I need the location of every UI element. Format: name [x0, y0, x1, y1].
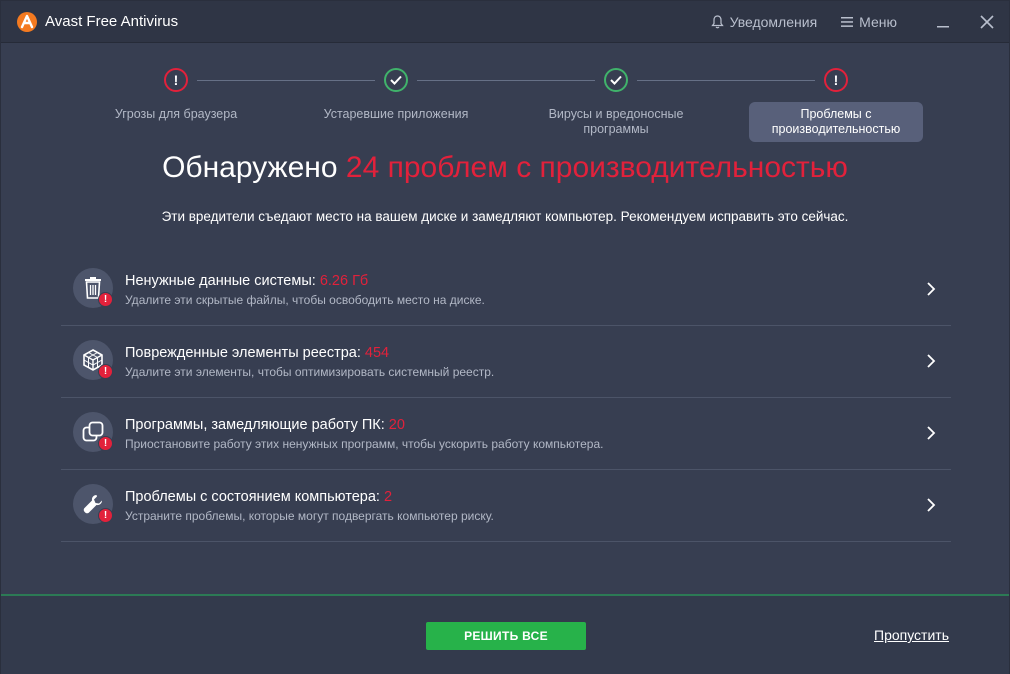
issue-title-text: Программы, замедляющие работу ПК:	[125, 417, 389, 433]
issue-count: 454	[364, 345, 390, 361]
hamburger-icon	[841, 17, 854, 27]
issue-title: Проблемы с состоянием компьютера: 2	[125, 489, 392, 505]
issue-title: Программы, замедляющие работу ПК: 20	[125, 417, 405, 433]
issue-title: Поврежденные элементы реестра: 454	[125, 345, 389, 361]
issue-title-text: Проблемы с состоянием компьютера:	[125, 489, 384, 505]
menu-button[interactable]: Меню	[841, 14, 897, 30]
step-3-check-icon	[604, 68, 628, 92]
issue-title-text: Ненужные данные системы:	[125, 273, 320, 289]
title-bar: Avast Free Antivirus Уведомления Меню	[1, 1, 1009, 43]
issue-slow-programs[interactable]: ! Программы, замедляющие работу ПК: 20 П…	[61, 398, 951, 470]
page-title: Обнаружено 24 проблем с производительнос…	[1, 151, 1009, 185]
notifications-label: Уведомления	[729, 14, 818, 30]
step-3-label[interactable]: Вирусы и вредоносные программы	[526, 107, 706, 137]
alert-badge-icon: !	[98, 436, 113, 451]
page-title-highlight: 24 проблем с производительностью	[345, 151, 848, 184]
issue-count: 2	[383, 489, 393, 505]
step-4-warning-icon: !	[824, 68, 848, 92]
issue-title-text: Поврежденные элементы реестра:	[125, 345, 365, 361]
close-button[interactable]	[965, 1, 1009, 43]
issue-junk-data[interactable]: ! Ненужные данные системы: 6.26 Гб Удали…	[61, 254, 951, 326]
page-title-prefix: Обнаружено	[162, 151, 338, 184]
issue-list: ! Ненужные данные системы: 6.26 Гб Удали…	[61, 254, 951, 542]
issue-count: 20	[388, 417, 405, 433]
issue-description: Устраните проблемы, которые могут подвер…	[125, 509, 494, 523]
app-window: Avast Free Antivirus Уведомления Меню ! …	[0, 0, 1010, 674]
issue-title: Ненужные данные системы: 6.26 Гб	[125, 273, 368, 289]
page-subtitle: Эти вредители съедают место на вашем дис…	[161, 209, 849, 224]
issue-description: Приостановите работу этих ненужных прогр…	[125, 437, 604, 451]
fix-all-button[interactable]: РЕШИТЬ ВСЕ	[426, 622, 586, 650]
step-4-label-active[interactable]: Проблемы с производительностью	[749, 102, 923, 142]
avast-logo-icon	[17, 12, 37, 32]
alert-badge-icon: !	[98, 364, 113, 379]
alert-badge-icon: !	[98, 292, 113, 307]
menu-label: Меню	[859, 14, 897, 30]
chevron-right-icon	[927, 354, 936, 368]
step-connector	[197, 80, 375, 81]
alert-badge-icon: !	[98, 508, 113, 523]
step-connector	[417, 80, 595, 81]
minimize-icon	[937, 26, 949, 28]
title-bar-controls: Уведомления Меню	[710, 1, 1009, 43]
issue-pc-health[interactable]: ! Проблемы с состоянием компьютера: 2 Ус…	[61, 470, 951, 542]
issue-description: Удалите эти скрытые файлы, чтобы освобод…	[125, 293, 485, 307]
step-2-label[interactable]: Устаревшие приложения	[306, 107, 486, 122]
notifications-button[interactable]: Уведомления	[710, 14, 818, 30]
issue-count: 6.26 Гб	[319, 273, 369, 289]
step-1-label[interactable]: Угрозы для браузера	[86, 107, 266, 122]
step-connector	[637, 80, 815, 81]
chevron-right-icon	[927, 498, 936, 512]
issue-registry[interactable]: ! Поврежденные элементы реестра: 454 Уда…	[61, 326, 951, 398]
scan-steps: ! ! Угрозы для браузера Устаревшие прило…	[1, 61, 1009, 151]
minimize-button[interactable]	[921, 1, 965, 43]
skip-link[interactable]: Пропустить	[874, 627, 949, 643]
step-1-warning-icon: !	[164, 68, 188, 92]
close-icon	[980, 15, 994, 29]
chevron-right-icon	[927, 282, 936, 296]
app-title: Avast Free Antivirus	[45, 13, 179, 30]
bell-icon	[710, 15, 724, 29]
footer: РЕШИТЬ ВСЕ Пропустить	[1, 596, 1009, 674]
step-2-check-icon	[384, 68, 408, 92]
chevron-right-icon	[927, 426, 936, 440]
issue-description: Удалите эти элементы, чтобы оптимизирова…	[125, 365, 495, 379]
